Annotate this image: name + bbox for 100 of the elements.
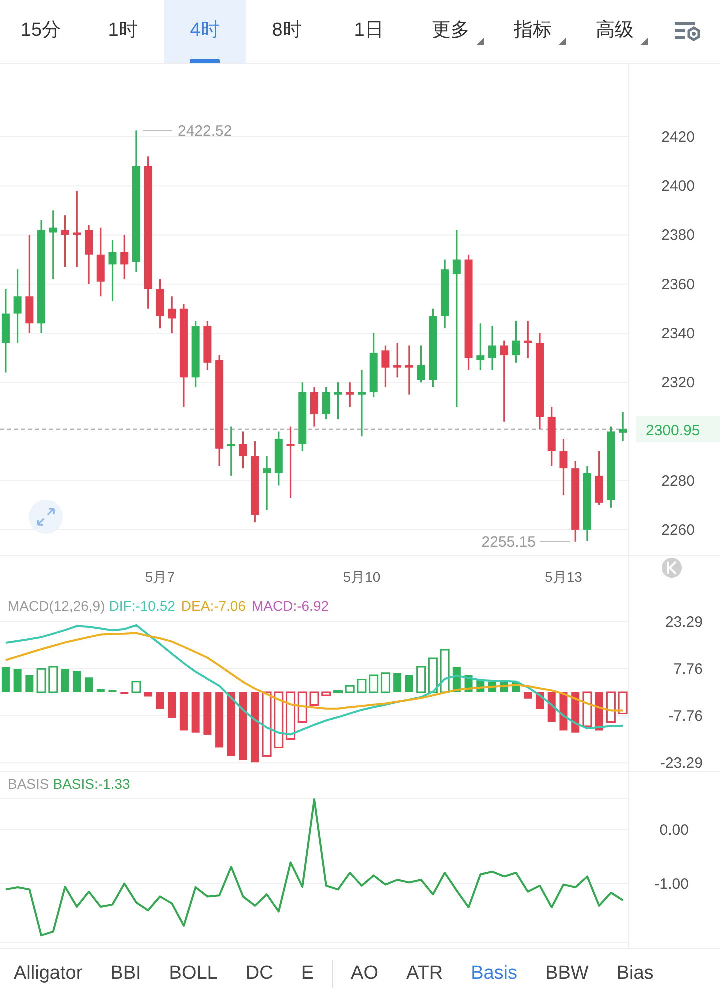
candlestick: [286, 426, 295, 498]
axis-label: -1.00: [654, 876, 689, 893]
macd-bar: [428, 658, 438, 694]
timeframe-tab[interactable]: 15分: [0, 0, 82, 63]
candlestick: [595, 451, 604, 506]
indicator-tab[interactable]: BBW: [532, 960, 603, 988]
candlestick: [192, 321, 200, 388]
axis-label: -7.76: [668, 708, 703, 726]
macd-bar: [61, 669, 70, 692]
date-label: 5月10: [343, 569, 381, 585]
macd-bar: [73, 671, 82, 692]
indicator-tab[interactable]: AO: [337, 960, 392, 988]
macd-bar: [369, 674, 379, 694]
axis-label: 2420: [662, 128, 695, 146]
axis-label: 2260: [662, 522, 695, 539]
macd-bar: [180, 692, 188, 731]
candlestick: [310, 388, 318, 427]
indicator-tab[interactable]: BBI: [96, 960, 156, 988]
axis-label: 2380: [662, 227, 695, 244]
candlestick: [204, 321, 212, 370]
indicator-tab[interactable]: Basis: [457, 960, 532, 988]
candlestick: [488, 326, 497, 370]
candlestick: [358, 370, 366, 437]
macd-bar: [440, 649, 450, 694]
axis-label: 2340: [662, 325, 695, 342]
basis-legend: BASIS BASIS:-1.33: [8, 776, 130, 792]
timeframe-tab[interactable]: 更多: [410, 0, 492, 63]
axis-label: 2360: [662, 276, 695, 294]
candlestick: [322, 388, 330, 420]
timeframe-tab[interactable]: 1日: [328, 0, 410, 63]
macd-bar: [582, 692, 592, 728]
timeframe-tab[interactable]: 8时: [246, 0, 328, 63]
macd-bar: [274, 692, 284, 748]
macd-bar: [618, 692, 628, 714]
leader-line: [540, 541, 570, 542]
candlestick: [274, 432, 283, 486]
candlestick: [168, 296, 176, 334]
macd-bar: [36, 668, 46, 694]
axis-label: 23.29: [665, 614, 703, 631]
candlestick: [120, 235, 129, 280]
macd-bar: [524, 692, 532, 699]
axis-label: 7.76: [674, 660, 703, 678]
macd-bar: [156, 692, 164, 710]
candlestick: [524, 321, 532, 358]
caret-icon: [559, 38, 566, 45]
indicator-tab[interactable]: E: [287, 960, 328, 988]
candlestick: [476, 324, 485, 370]
axis-label: 2400: [662, 178, 695, 196]
macd-bar: [310, 692, 320, 706]
macd-bar: [548, 692, 556, 722]
low-price-label: 2255.15: [482, 534, 536, 551]
macd-bar: [262, 692, 272, 757]
indicator-tab[interactable]: BOLL: [155, 960, 232, 988]
macd-bar: [333, 690, 343, 694]
axis-label: -23.29: [660, 755, 703, 772]
timeframe-tab[interactable]: 1时: [82, 0, 164, 63]
macd-bar: [26, 676, 34, 692]
candlestick: [512, 321, 520, 363]
indicator-tab[interactable]: Alligator: [0, 960, 97, 988]
macd-bar: [322, 692, 332, 696]
macd-bar: [380, 672, 390, 694]
macd-bar: [168, 692, 176, 718]
candlestick: [405, 346, 414, 395]
candlestick: [85, 225, 93, 284]
candlestick: [108, 240, 117, 302]
macd-bar: [14, 669, 22, 692]
date-label: 5月7: [145, 569, 175, 585]
candlestick: [239, 432, 248, 469]
candlestick: [560, 439, 568, 496]
indicator-tab[interactable]: Bias: [602, 960, 668, 988]
collapse-icon[interactable]: [662, 558, 682, 578]
candlestick: [394, 343, 402, 378]
caret-icon: [477, 38, 484, 45]
macd-bar: [204, 692, 212, 735]
axis-label: 0.00: [660, 822, 689, 839]
macd-bar: [405, 676, 414, 692]
macd-bar: [144, 692, 152, 697]
candlestick: [61, 216, 70, 268]
candlestick: [619, 412, 628, 442]
macd-bar: [2, 667, 10, 692]
leader-line: [142, 130, 172, 132]
macd-bar: [286, 692, 296, 740]
indicator-tab[interactable]: DC: [232, 960, 288, 988]
indicator-tab[interactable]: ATR: [392, 960, 458, 988]
expand-icon[interactable]: [29, 500, 63, 534]
macd-bar: [345, 685, 355, 694]
macd-bar: [227, 692, 236, 756]
macd-bar: [48, 666, 58, 694]
candlestick: [298, 382, 307, 452]
candlestick: [370, 333, 378, 398]
timeframe-tab[interactable]: 高级: [574, 0, 656, 63]
macd-bar: [85, 678, 93, 692]
macd-bar: [606, 692, 616, 723]
timeframe-tab[interactable]: 指标: [492, 0, 574, 63]
macd-bar: [394, 673, 402, 692]
macd-bar: [416, 666, 426, 694]
high-price-label: 2422.52: [178, 122, 232, 140]
macd-bar: [108, 690, 117, 692]
axis-label: 2320: [662, 374, 695, 392]
candlestick: [548, 407, 556, 466]
